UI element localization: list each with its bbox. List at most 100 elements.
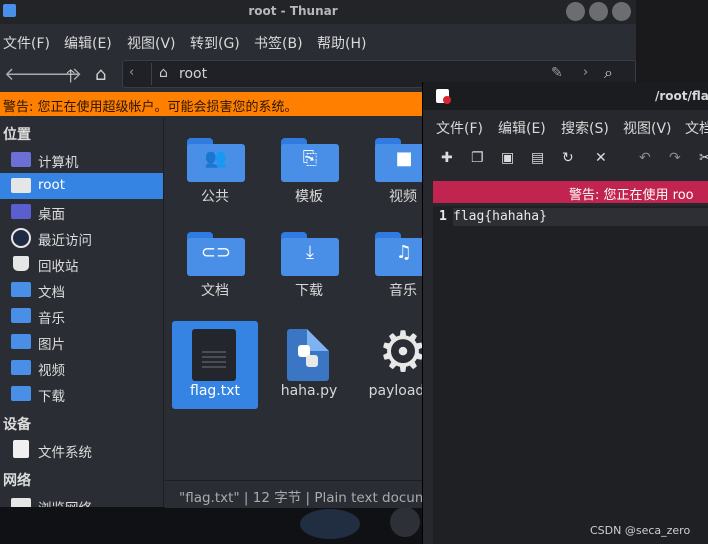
- close-button[interactable]: [612, 2, 631, 21]
- menu-file[interactable]: 文件(F): [3, 33, 50, 53]
- edit-path-icon[interactable]: ✎: [551, 65, 563, 81]
- folder-item[interactable]: ⊂⊃ 文档: [171, 218, 259, 306]
- menu-go[interactable]: 转到(G): [190, 33, 240, 53]
- sidebar-item-filesystem[interactable]: 文件系统: [0, 437, 163, 463]
- sidebar-section-places: 位置: [3, 127, 31, 143]
- path-segment-root[interactable]: root: [179, 66, 207, 82]
- editor-menu-file[interactable]: 文件(F): [436, 118, 483, 138]
- pictures-folder-icon: [11, 334, 31, 349]
- sidebar-item-downloads[interactable]: 下载: [0, 381, 163, 407]
- undo-icon[interactable]: ↶: [639, 150, 651, 166]
- menu-edit[interactable]: 编辑(E): [64, 33, 112, 53]
- sidebar: 位置 计算机 root 桌面 最近访问 回收站 文档 音乐 图片 视频 下载 设…: [0, 118, 164, 507]
- sidebar-item-label: 浏览网络: [38, 497, 92, 507]
- documents-folder-icon: [11, 282, 31, 297]
- editor-warning-text: 警告: 您正在使用 roo: [569, 188, 694, 203]
- sidebar-item-pictures[interactable]: 图片: [0, 329, 163, 355]
- new-document-icon[interactable]: ✚: [441, 150, 453, 166]
- sidebar-item-label: 桌面: [38, 207, 65, 223]
- item-name: 下载: [295, 283, 323, 299]
- item-name: 公共: [201, 189, 229, 205]
- item-name: flag.txt: [190, 383, 240, 399]
- trash-icon: [13, 256, 29, 271]
- file-item-selected[interactable]: flag.txt: [171, 321, 259, 409]
- chevron-right-icon[interactable]: ›: [583, 65, 588, 80]
- folder-item[interactable]: ⎘ 模板: [265, 124, 353, 212]
- home-folder-icon: [11, 178, 31, 193]
- sidebar-item-label: 图片: [38, 337, 65, 353]
- network-icon: [11, 498, 31, 507]
- search-icon[interactable]: ⌕: [604, 63, 613, 83]
- close-document-icon[interactable]: ✕: [595, 150, 607, 166]
- python-file-icon: [287, 329, 329, 381]
- cut-icon[interactable]: ✂: [699, 150, 708, 166]
- csdn-watermark: CSDN @seca_zero: [590, 524, 691, 537]
- line-number: 1: [439, 209, 447, 224]
- sidebar-item-trash[interactable]: 回收站: [0, 251, 163, 277]
- home-icon[interactable]: ⌂: [95, 64, 106, 85]
- sidebar-item-label: 文件系统: [38, 445, 92, 461]
- sidebar-item-desktop[interactable]: 桌面: [0, 199, 163, 225]
- editor-menu-search[interactable]: 搜索(S): [561, 118, 609, 138]
- sidebar-item-label: 计算机: [38, 155, 79, 171]
- sidebar-item-videos[interactable]: 视频: [0, 355, 163, 381]
- videos-folder-icon: [11, 360, 31, 375]
- sidebar-item-label: 最近访问: [38, 233, 92, 249]
- sidebar-item-documents[interactable]: 文档: [0, 277, 163, 303]
- editor-menu-document[interactable]: 文档: [685, 118, 708, 138]
- new-window-icon[interactable]: ❐: [471, 150, 484, 166]
- redo-icon[interactable]: ↷: [669, 150, 681, 166]
- filesystem-icon: [13, 440, 29, 458]
- menu-view[interactable]: 视图(V): [127, 33, 176, 53]
- wallpaper-shape: [390, 507, 420, 537]
- sidebar-item-computer[interactable]: 计算机: [0, 147, 163, 173]
- editor-menubar: 文件(F) 编辑(E) 搜索(S) 视图(V) 文档: [423, 112, 708, 142]
- sidebar-item-recent[interactable]: 最近访问: [0, 225, 163, 251]
- document-content[interactable]: flag{hahaha}: [453, 209, 547, 224]
- item-name: 文档: [201, 283, 229, 299]
- editor-titlebar[interactable]: /root/flag: [423, 82, 708, 110]
- mousepad-app-icon: [436, 89, 451, 104]
- wallpaper-shape: [300, 509, 360, 539]
- desktop-background-top: [636, 0, 708, 82]
- home-icon: ⌂: [159, 65, 168, 81]
- computer-icon: [11, 152, 31, 167]
- menu-help[interactable]: 帮助(H): [317, 33, 366, 53]
- item-name: haha.py: [280, 383, 338, 399]
- editor-menu-edit[interactable]: 编辑(E): [498, 118, 546, 138]
- editor-menu-view[interactable]: 视图(V): [623, 118, 672, 138]
- save-icon[interactable]: ▣: [501, 150, 514, 166]
- editor-text-area[interactable]: 1 flag{hahaha}: [433, 206, 708, 544]
- pathbar-divider: [151, 63, 152, 85]
- save-as-icon[interactable]: ▤: [531, 150, 544, 166]
- folder-item[interactable]: 👥 公共: [171, 124, 259, 212]
- minimize-button[interactable]: [566, 2, 585, 21]
- folder-item[interactable]: ⤓ 下载: [265, 218, 353, 306]
- status-text: "flag.txt" | 12 字节 | Plain text docum: [179, 490, 429, 506]
- sidebar-item-label: root: [38, 177, 66, 193]
- text-file-icon: [192, 329, 236, 381]
- desktop-icon: [11, 204, 31, 219]
- sidebar-section-network: 网络: [3, 473, 31, 489]
- chevron-left-icon[interactable]: ‹: [129, 65, 134, 80]
- downloads-folder-icon: [11, 386, 31, 401]
- file-item[interactable]: haha.py: [265, 321, 353, 409]
- sidebar-item-label: 文档: [38, 285, 65, 301]
- up-arrow-icon[interactable]: 🡑: [66, 64, 75, 94]
- menu-bookmarks[interactable]: 书签(B): [254, 33, 303, 53]
- sidebar-item-browse-network[interactable]: 浏览网络: [0, 493, 163, 507]
- editor-window-title: /root/flag: [655, 89, 708, 103]
- thunar-titlebar[interactable]: root - Thunar: [0, 0, 636, 24]
- templates-folder-icon: ⎘: [281, 138, 339, 182]
- sidebar-item-root[interactable]: root: [0, 173, 163, 199]
- menubar: 文件(F) 编辑(E) 视图(V) 转到(G) 书签(B) 帮助(H): [0, 26, 636, 56]
- downloads-folder-icon: ⤓: [281, 232, 339, 276]
- reload-icon[interactable]: ↻: [562, 150, 574, 166]
- sidebar-section-devices: 设备: [3, 417, 31, 433]
- maximize-button[interactable]: [589, 2, 608, 21]
- item-name: 模板: [295, 189, 323, 205]
- sidebar-item-music[interactable]: 音乐: [0, 303, 163, 329]
- public-folder-icon: 👥: [187, 138, 245, 182]
- sidebar-item-label: 音乐: [38, 311, 65, 327]
- mousepad-window: /root/flag 文件(F) 编辑(E) 搜索(S) 视图(V) 文档 ✚ …: [422, 82, 708, 544]
